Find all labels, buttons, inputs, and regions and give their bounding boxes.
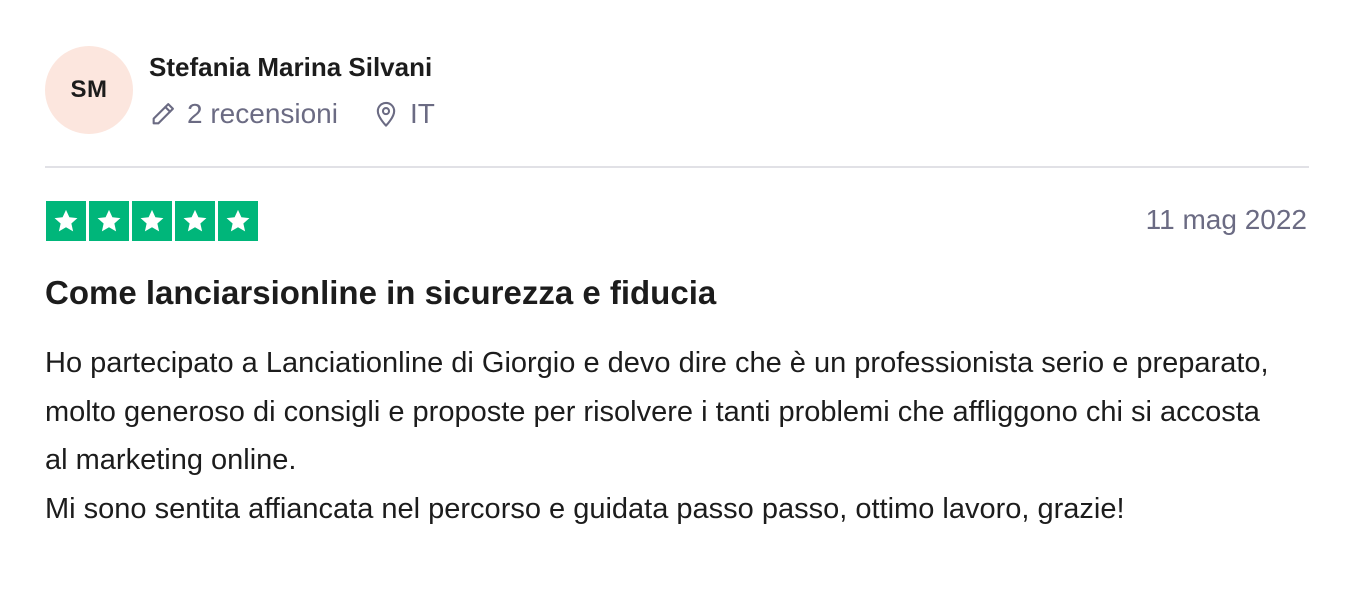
reviewer-country: IT	[372, 98, 435, 130]
avatar[interactable]: SM	[45, 46, 133, 134]
reviews-count: 2 recensioni	[149, 98, 338, 130]
divider	[45, 166, 1309, 168]
reviewer-meta: 2 recensioni IT	[149, 96, 435, 132]
reviewer-name[interactable]: Stefania Marina Silvani	[149, 52, 432, 83]
review-paragraph: Ho partecipato a Lanciationline di Giorg…	[45, 347, 1269, 476]
avatar-initials: SM	[70, 76, 108, 103]
star-icon	[175, 201, 215, 241]
star-icon	[46, 201, 86, 241]
pencil-icon	[149, 100, 177, 128]
review-paragraph: Mi sono sentita affiancata nel percorso …	[45, 492, 1125, 525]
review-title[interactable]: Come lanciarsionline in sicurezza e fidu…	[45, 274, 716, 312]
reviews-count-label: 2 recensioni	[187, 98, 338, 129]
star-icon	[218, 201, 258, 241]
review-body: Ho partecipato a Lanciationline di Giorg…	[45, 339, 1285, 533]
review-date: 11 mag 2022	[1145, 204, 1307, 235]
country-label: IT	[409, 98, 435, 129]
star-icon	[132, 201, 172, 241]
star-icon	[89, 201, 129, 241]
location-pin-icon	[372, 100, 400, 128]
review-card: SM Stefania Marina Silvani 2 recensioni …	[0, 0, 1352, 606]
star-rating	[46, 201, 258, 241]
